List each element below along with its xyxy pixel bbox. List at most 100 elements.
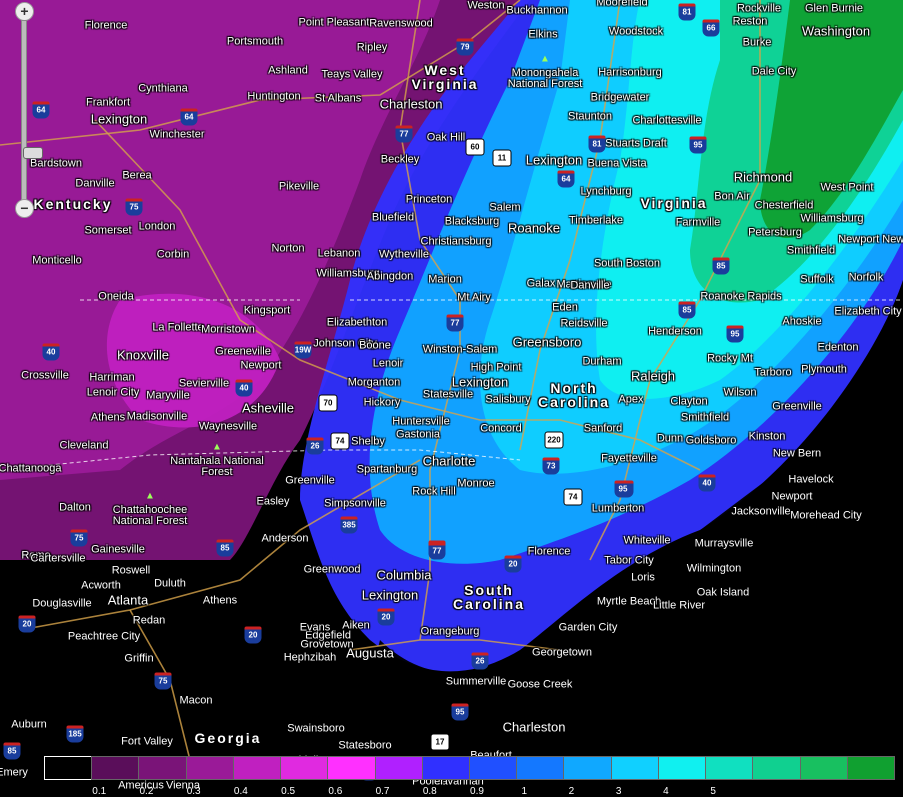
city-label-lexington: Lexington bbox=[361, 587, 419, 603]
highway-shield-icon: 81 bbox=[588, 135, 606, 153]
legend-tick-label: 0.6 bbox=[328, 786, 343, 797]
highway-shield-icon: 19W bbox=[294, 341, 312, 359]
legend-swatch bbox=[138, 756, 187, 780]
city-label-berea: Berea bbox=[122, 169, 152, 182]
city-label-lenoir: Lenoir bbox=[372, 357, 404, 370]
city-label-gastonia: Gastonia bbox=[395, 428, 441, 441]
city-label-fayetteville: Fayetteville bbox=[601, 452, 657, 465]
city-label-south-boston: South Boston bbox=[593, 257, 661, 270]
highway-shield-icon: 64 bbox=[180, 108, 198, 126]
highway-shield-icon: 17 bbox=[430, 733, 450, 751]
city-label-petersburg: Petersburg bbox=[748, 226, 802, 239]
snowfall-legend: 0.1 0.2 0.3 0.4 0.5 0.6 0.7 0.8 0.9 1 2 3 4 5 bbox=[44, 756, 896, 797]
zoom-slider-track[interactable] bbox=[21, 20, 43, 202]
city-label-roanoke: Roanoke bbox=[507, 220, 561, 236]
city-label-reston: Reston bbox=[732, 15, 768, 28]
legend-tick-label: 4 bbox=[663, 786, 669, 797]
city-label-somerset: Somerset bbox=[84, 224, 132, 237]
city-label-suffolk: Suffolk bbox=[800, 273, 834, 286]
city-label-georgetown: Georgetown bbox=[532, 646, 592, 659]
zoom-slider-handle[interactable] bbox=[23, 147, 43, 159]
city-label-greenwood: Greenwood bbox=[303, 563, 361, 576]
legend-tick-label: 3 bbox=[615, 786, 622, 797]
zoom-control[interactable]: + − bbox=[12, 2, 43, 220]
highway-shield-icon: 66 bbox=[702, 19, 720, 37]
city-label-bluefield: Bluefield bbox=[371, 211, 415, 224]
city-label-point-pleasant: Point Pleasant bbox=[298, 16, 370, 29]
city-label-wytheville: Wytheville bbox=[378, 248, 430, 261]
forest-label: Monongahela National Forest bbox=[507, 67, 583, 90]
city-label-harrisonburg: Harrisonburg bbox=[598, 66, 662, 79]
city-label-hickory: Hickory bbox=[363, 396, 401, 409]
city-label-monroe: Monroe bbox=[457, 477, 495, 490]
legend-tick-label: 0.4 bbox=[233, 786, 248, 797]
city-label-high-point: High Point bbox=[470, 361, 522, 374]
legend-tick-label: 0.1 bbox=[92, 786, 107, 797]
city-label-bardstown: Bardstown bbox=[30, 157, 82, 170]
highway-shield-icon: 95 bbox=[451, 703, 469, 721]
city-label-ahoskie: Ahoskie bbox=[782, 315, 822, 328]
forest-label: Nantahala National Forest bbox=[170, 455, 264, 478]
legend-swatch bbox=[657, 756, 707, 780]
city-label-rockville: Rockville bbox=[736, 2, 782, 15]
legend-swatch bbox=[421, 756, 470, 780]
city-label-huntersville: Huntersville bbox=[392, 415, 450, 428]
city-label-dale-city: Dale City bbox=[751, 65, 797, 78]
city-label-henderson: Henderson bbox=[648, 325, 702, 338]
highway-shield-icon: 85 bbox=[216, 539, 234, 557]
city-label-madisonville: Madisonville bbox=[126, 410, 188, 423]
city-label-athens: Athens bbox=[90, 411, 126, 424]
legend-swatch bbox=[44, 756, 93, 780]
city-label-timberlake: Timberlake bbox=[569, 214, 623, 227]
city-label-hephzibah: Hephzibah bbox=[283, 651, 337, 664]
city-label-lumberton: Lumberton bbox=[591, 502, 645, 515]
city-label-newport: Newport bbox=[771, 490, 813, 503]
city-label-ravenswood: Ravenswood bbox=[369, 17, 433, 30]
highway-shield-icon: 95 bbox=[689, 136, 707, 154]
highway-shield-icon: 185 bbox=[66, 725, 84, 743]
city-label-whiteville: Whiteville bbox=[623, 534, 671, 547]
highway-shield-icon: 95 bbox=[726, 325, 744, 343]
city-label-greenville: Greenville bbox=[285, 474, 335, 487]
city-label-asheville: Asheville bbox=[241, 400, 295, 416]
city-label-kingsport: Kingsport bbox=[243, 304, 291, 317]
legend-swatch bbox=[610, 756, 659, 780]
forest-label: Chattahoochee National Forest bbox=[112, 504, 188, 527]
city-label-summerville: Summerville bbox=[445, 675, 507, 688]
highway-shield-icon: 20 bbox=[504, 555, 522, 573]
city-label-reidsville: Reidsville bbox=[560, 317, 608, 330]
highway-shield-icon: 60 bbox=[465, 138, 485, 156]
map-view[interactable]: Weston Buckhannon Moorefield Rockville Glen … bbox=[0, 0, 903, 794]
city-label-smithfield: Smithfield bbox=[680, 411, 730, 424]
highway-shield-icon: 75 bbox=[125, 198, 143, 216]
city-label-spartanburg: Spartanburg bbox=[356, 463, 418, 476]
city-label-simpsonville: Simpsonville bbox=[324, 497, 386, 510]
city-label-crossville: Crossville bbox=[21, 369, 69, 382]
city-label-bon-air: Bon Air bbox=[714, 190, 750, 203]
city-label-sevierville: Sevierville bbox=[178, 377, 230, 390]
highway-shield-icon: 11 bbox=[492, 149, 512, 167]
city-label-lenoir-city: Lenoir City bbox=[86, 386, 140, 399]
highway-shield-icon: 26 bbox=[471, 652, 489, 670]
city-label-columbia: Columbia bbox=[376, 567, 432, 583]
legend-tick-label: 2 bbox=[568, 786, 575, 797]
state-label-kentucky: Kentucky bbox=[33, 196, 113, 212]
city-label-wilson: Wilson bbox=[723, 386, 757, 399]
city-label-swainsboro: Swainsboro bbox=[287, 722, 345, 735]
tree-icon: ▲ bbox=[212, 441, 222, 453]
zoom-in-button[interactable]: + bbox=[15, 2, 34, 21]
city-label-monticello: Monticello bbox=[32, 254, 82, 267]
city-label-lebanon: Lebanon bbox=[317, 247, 361, 260]
city-label-greeneville: Greeneville bbox=[215, 345, 271, 358]
legend-swatch bbox=[752, 756, 801, 780]
city-label-anderson: Anderson bbox=[261, 532, 309, 545]
highway-shield-icon: 75 bbox=[70, 529, 88, 547]
tree-icon: ▲ bbox=[540, 53, 550, 65]
highway-shield-icon: 77 bbox=[446, 314, 464, 332]
city-label-duluth: Duluth bbox=[154, 577, 186, 590]
city-label-burke: Burke bbox=[742, 36, 772, 49]
city-label-orangeburg: Orangeburg bbox=[420, 625, 480, 638]
city-label-norfolk: Norfolk bbox=[848, 271, 884, 284]
zoom-out-button[interactable]: − bbox=[15, 199, 34, 218]
city-label-blacksburg: Blacksburg bbox=[444, 215, 500, 228]
